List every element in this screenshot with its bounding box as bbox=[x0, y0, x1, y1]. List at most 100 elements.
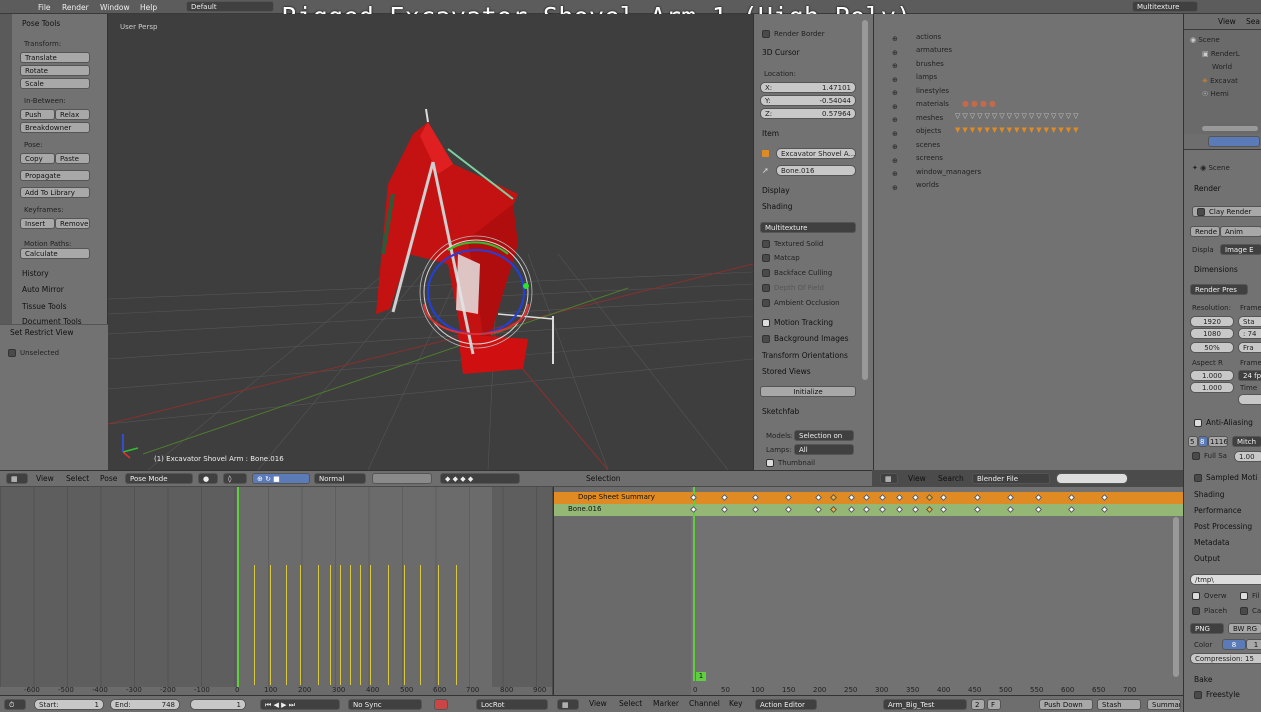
display-selector[interactable]: Image E bbox=[1220, 244, 1261, 255]
datablock-window-managers[interactable]: window_managers bbox=[916, 168, 981, 176]
fps-selector[interactable]: 24 fps bbox=[1238, 370, 1261, 381]
scale-button[interactable]: Scale bbox=[20, 78, 90, 89]
playback-controls[interactable]: ⏮ ◀ ▶ ⏭ bbox=[260, 699, 340, 710]
datablock-scrollbar[interactable] bbox=[862, 20, 868, 380]
document-tools-panel[interactable]: Document Tools bbox=[22, 317, 82, 324]
aspect-y-field[interactable]: 1.000 bbox=[1190, 382, 1234, 393]
initialize-button[interactable]: Initialize bbox=[760, 386, 856, 397]
render-presets-selector[interactable]: Render Pres bbox=[1190, 284, 1248, 295]
cache-option[interactable]: Ca bbox=[1240, 607, 1261, 615]
outliner-menu-search[interactable]: Sea bbox=[1246, 17, 1260, 26]
dopesheet-menu-select[interactable]: Select bbox=[619, 699, 642, 708]
outliner-scrollbar[interactable] bbox=[1202, 126, 1258, 131]
overwrite-checkbox[interactable] bbox=[1192, 592, 1200, 600]
background-images-checkbox[interactable] bbox=[762, 335, 770, 343]
file-format-selector[interactable]: PNG bbox=[1190, 623, 1224, 634]
datablock-lamps[interactable]: lamps bbox=[916, 73, 937, 81]
shading-panel-header[interactable]: Shading bbox=[1194, 490, 1224, 499]
outliner-menu-view[interactable]: View bbox=[1218, 17, 1236, 26]
color-depth-16-button[interactable]: 1 bbox=[1246, 639, 1261, 650]
current-frame-marker[interactable]: 1 bbox=[696, 672, 706, 681]
dopesheet-menu-channel[interactable]: Channel bbox=[689, 699, 720, 708]
render-border-checkbox[interactable] bbox=[762, 30, 770, 38]
item-name-field[interactable]: Excavator Shovel A... bbox=[776, 148, 856, 159]
thumbnail-checkbox[interactable] bbox=[766, 459, 774, 467]
placeholders-option[interactable]: Placeh bbox=[1192, 607, 1227, 615]
frame-end-field[interactable]: : 74 bbox=[1238, 328, 1261, 339]
anti-aliasing-header[interactable]: Anti-Aliasing bbox=[1194, 418, 1253, 427]
bone-name-field[interactable]: Bone.016 bbox=[776, 165, 856, 176]
menu-window[interactable]: Window bbox=[100, 3, 130, 12]
menu-render[interactable]: Render bbox=[62, 3, 89, 12]
auto-mirror-panel[interactable]: Auto Mirror bbox=[22, 285, 64, 294]
lamps-selector[interactable]: All bbox=[794, 444, 854, 455]
textured-solid-checkbox[interactable] bbox=[762, 240, 770, 248]
cursor-x-field[interactable]: X: 1.47101 bbox=[760, 82, 856, 93]
remove-keyframe-button[interactable]: Remove bbox=[55, 218, 90, 229]
datablock-mode-selector[interactable]: Blender File bbox=[972, 473, 1050, 484]
action-users-count[interactable]: 2 bbox=[971, 699, 985, 710]
render-button[interactable]: Rende bbox=[1190, 226, 1220, 237]
breakdowner-button[interactable]: Breakdowner bbox=[20, 122, 90, 133]
datablock-objects[interactable]: objects bbox=[916, 127, 941, 135]
background-images-panel[interactable]: Background Images bbox=[762, 334, 849, 343]
datablock-materials[interactable]: materials bbox=[916, 100, 949, 108]
datablock-linestyles[interactable]: linestyles bbox=[916, 87, 949, 95]
datablock-menu-view[interactable]: View bbox=[908, 474, 926, 483]
datablock-actions[interactable]: actions bbox=[916, 33, 941, 41]
outliner-scene[interactable]: ◉ Scene bbox=[1190, 36, 1220, 44]
shading-panel[interactable]: Shading bbox=[762, 202, 792, 211]
res-y-field[interactable]: 1080 bbox=[1190, 328, 1234, 339]
anti-aliasing-checkbox[interactable] bbox=[1194, 419, 1202, 427]
push-down-button[interactable]: Push Down bbox=[1039, 699, 1093, 710]
sampled-motion-panel[interactable]: Sampled Moti bbox=[1194, 473, 1257, 482]
backface-culling-option[interactable]: Backface Culling bbox=[762, 269, 832, 277]
calculate-button[interactable]: Calculate bbox=[20, 248, 90, 259]
stored-views-panel[interactable]: Stored Views bbox=[762, 367, 811, 376]
timeline-editor-selector[interactable]: ⏱ bbox=[4, 699, 26, 710]
3d-viewport[interactable]: User Persp (1) Excavator Shovel Arm: Bo… bbox=[108, 14, 753, 470]
performance-panel[interactable]: Performance bbox=[1194, 506, 1242, 515]
snap-buttons[interactable]: ◆ ◆ ◆ ◆ bbox=[440, 473, 520, 484]
output-path-field[interactable]: /tmp\ bbox=[1190, 574, 1261, 585]
paste-pose-button[interactable]: Paste bbox=[55, 153, 90, 164]
outliner-world[interactable]: World bbox=[1212, 63, 1232, 71]
relax-button[interactable]: Relax bbox=[55, 109, 90, 120]
motion-tracking-checkbox[interactable] bbox=[762, 319, 770, 327]
matcap-checkbox[interactable] bbox=[762, 254, 770, 262]
dopesheet-scrollbar[interactable] bbox=[1173, 517, 1179, 677]
menu-help[interactable]: Help bbox=[140, 3, 157, 12]
item-header[interactable]: Item bbox=[762, 129, 779, 138]
menu-file[interactable]: File bbox=[38, 3, 51, 12]
transform-orientations-panel[interactable]: Transform Orientations bbox=[762, 351, 848, 360]
outliner-excavator[interactable]: ✳ Excavat bbox=[1202, 77, 1238, 85]
layout-selector[interactable]: Default bbox=[186, 1, 274, 12]
aa-8-button[interactable]: 8 bbox=[1198, 436, 1208, 447]
menu-select[interactable]: Select bbox=[66, 474, 89, 483]
matcap-option[interactable]: Matcap bbox=[762, 254, 800, 262]
stash-button[interactable]: Stash bbox=[1097, 699, 1141, 710]
animation-button[interactable]: Anim bbox=[1220, 226, 1261, 237]
current-frame-field[interactable]: 1 bbox=[190, 699, 246, 710]
aa-filter-selector[interactable]: Mitch bbox=[1232, 436, 1261, 447]
ambient-occlusion-checkbox[interactable] bbox=[762, 299, 770, 307]
metadata-panel[interactable]: Metadata bbox=[1194, 538, 1230, 547]
bake-panel[interactable]: Bake bbox=[1194, 675, 1212, 684]
datablock-brushes[interactable]: brushes bbox=[916, 60, 944, 68]
history-panel[interactable]: History bbox=[22, 269, 49, 278]
dopesheet-menu-marker[interactable]: Marker bbox=[653, 699, 679, 708]
clay-render-checkbox[interactable] bbox=[1197, 208, 1205, 216]
datablock-worlds[interactable]: worlds bbox=[916, 181, 939, 189]
shading-mode-selector[interactable]: Multitexture bbox=[760, 222, 856, 233]
push-button[interactable]: Push bbox=[20, 109, 55, 120]
frame-start-field[interactable]: Sta bbox=[1238, 316, 1261, 327]
datablock-armatures[interactable]: armatures bbox=[916, 46, 952, 54]
translate-button[interactable]: Translate bbox=[20, 52, 90, 63]
cursor-z-field[interactable]: Z: 0.57964 bbox=[760, 108, 856, 119]
full-sample-checkbox[interactable] bbox=[1192, 452, 1200, 460]
mode-selector[interactable]: Pose Mode bbox=[125, 473, 193, 484]
fake-user-button[interactable]: F bbox=[987, 699, 1001, 710]
freestyle-checkbox[interactable] bbox=[1194, 691, 1202, 699]
sync-selector[interactable]: No Sync bbox=[348, 699, 422, 710]
cursor-y-field[interactable]: Y: -0.54044 bbox=[760, 95, 856, 106]
